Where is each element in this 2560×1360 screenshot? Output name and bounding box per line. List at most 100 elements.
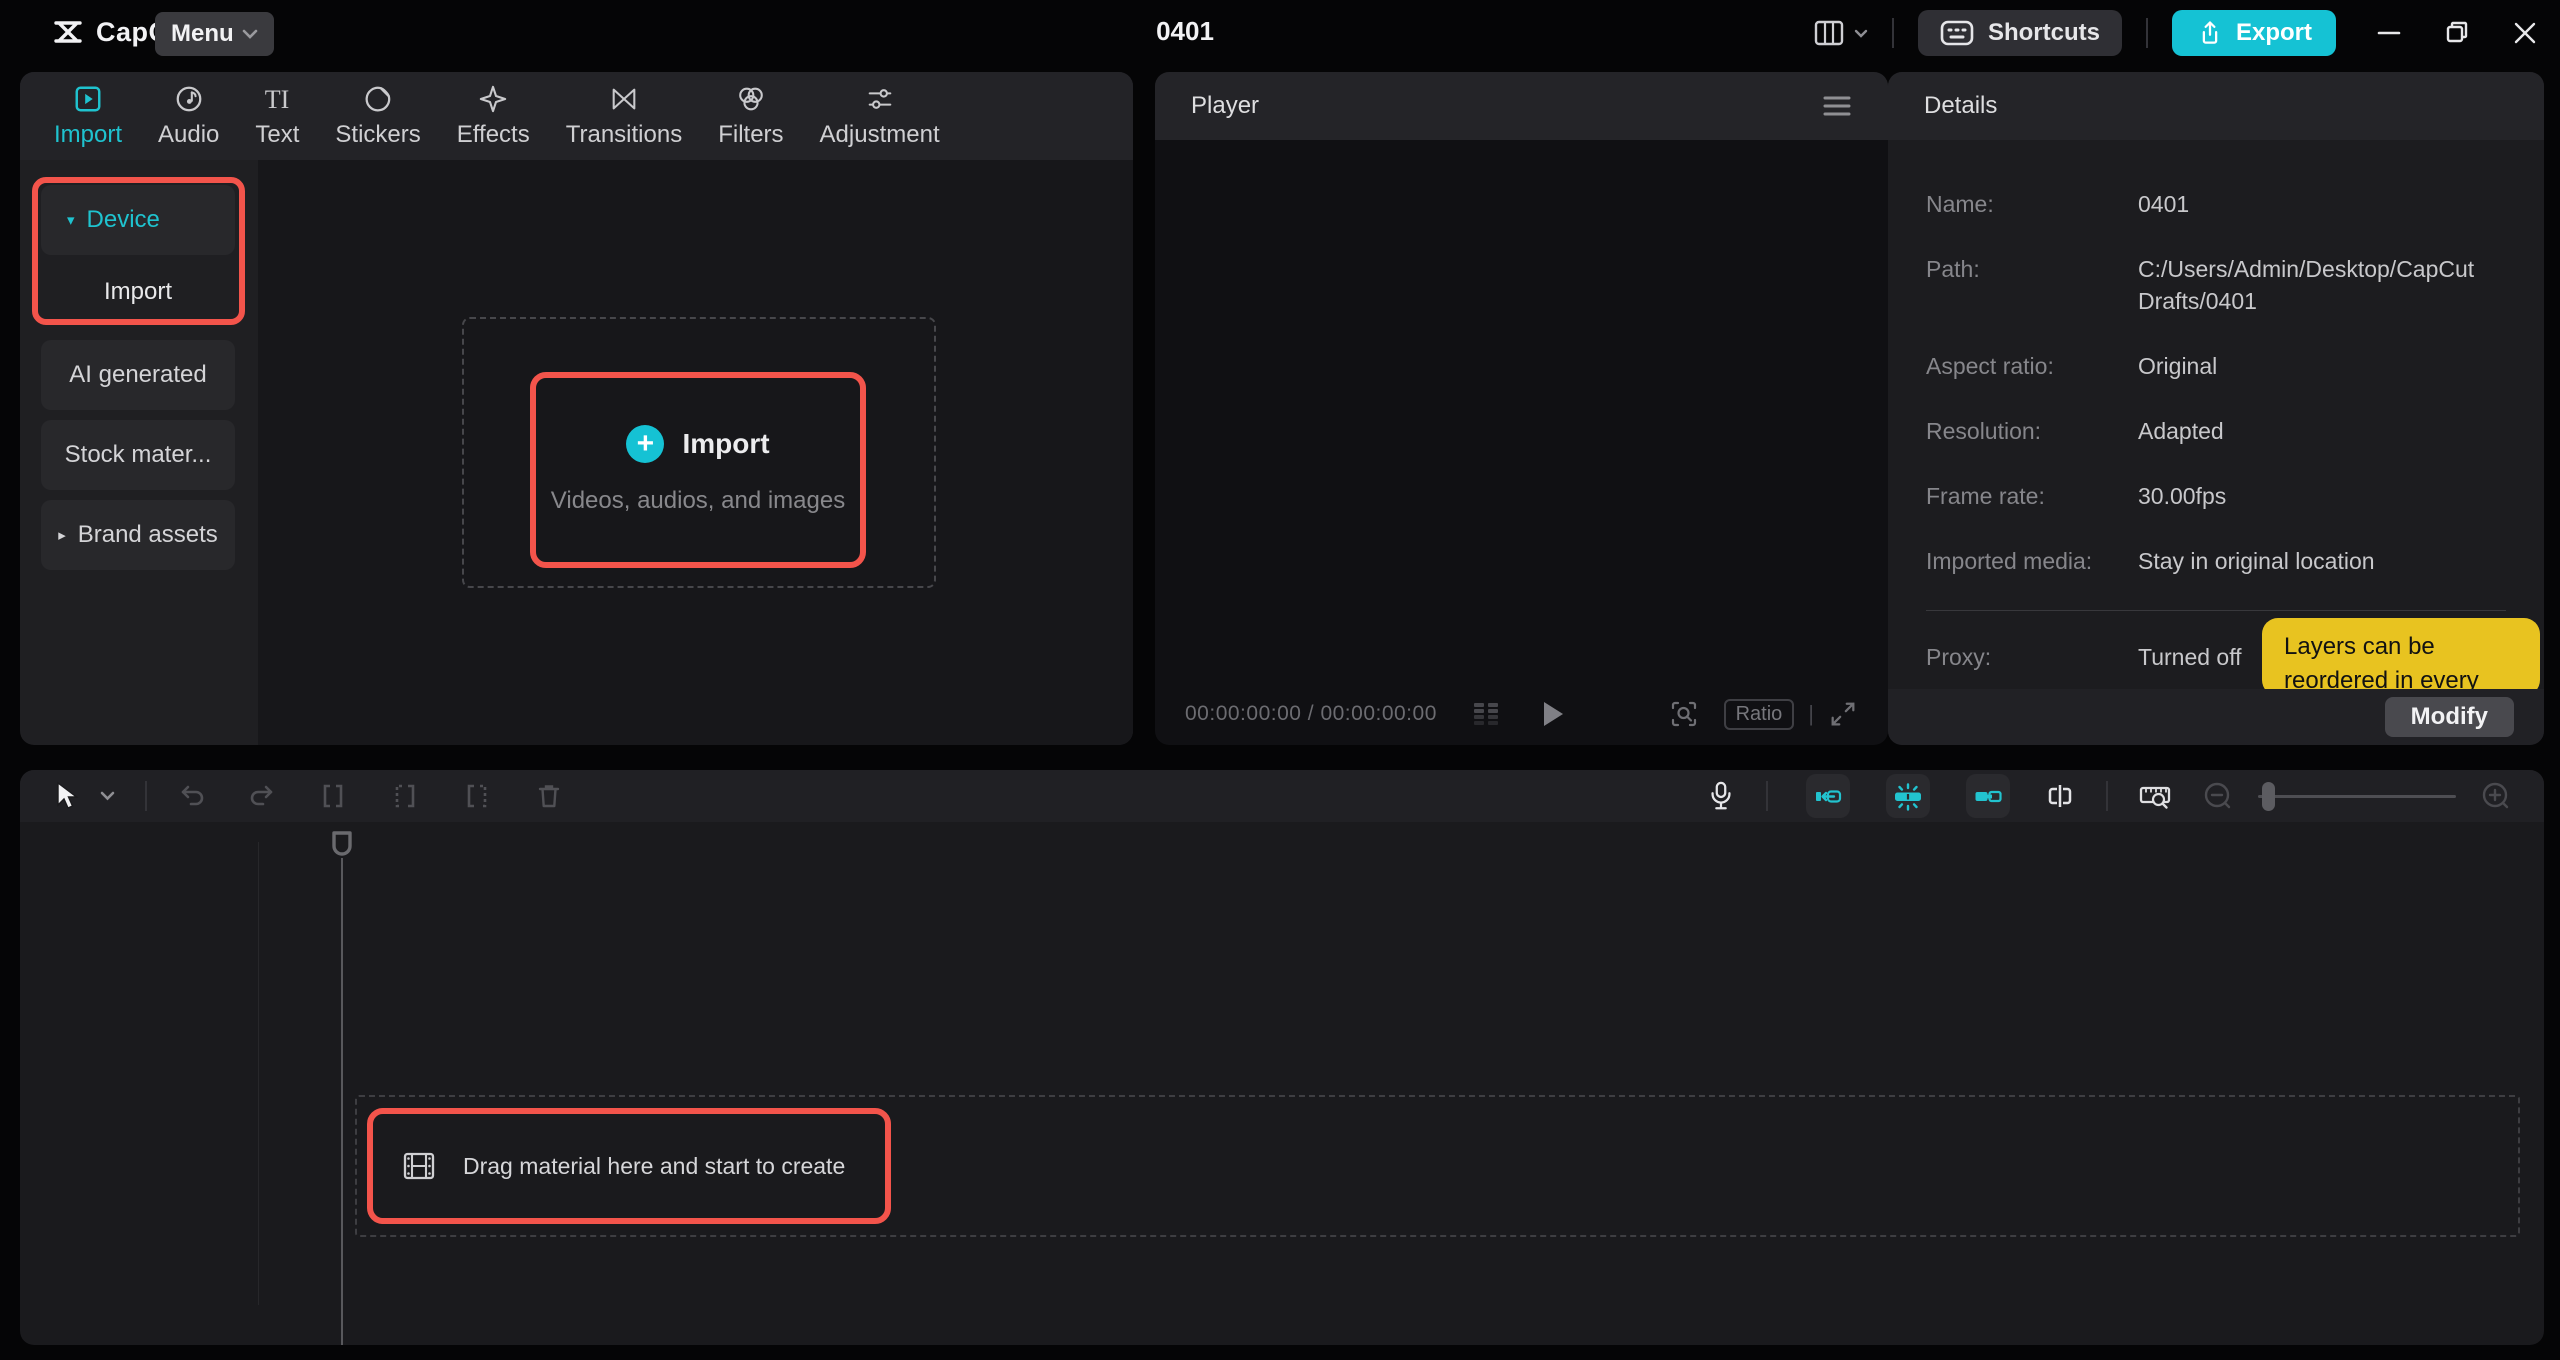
- delete-right-button[interactable]: [461, 780, 493, 812]
- cursor-mode-chevron-icon[interactable]: [100, 791, 115, 801]
- divider: [145, 781, 147, 811]
- export-button[interactable]: Export: [2171, 10, 2336, 56]
- stickers-tab-icon: [363, 84, 393, 114]
- media-tab-bar: Import Audio TI Text Stickers Effects Tr…: [20, 72, 1133, 160]
- player-panel: Player 00:00:00:00 / 00:00:00:00 Ratio |: [1155, 72, 1888, 745]
- project-title: 0401: [1156, 16, 1214, 46]
- ratio-button[interactable]: Ratio: [1723, 698, 1795, 730]
- film-icon: [401, 1149, 437, 1183]
- sidebar-item-stock-material[interactable]: Stock mater...: [41, 420, 235, 490]
- tab-import[interactable]: Import: [36, 84, 140, 149]
- details-footer: Modify: [1888, 689, 2544, 745]
- divider: |: [1808, 701, 1814, 726]
- tab-filters[interactable]: Filters: [700, 84, 801, 149]
- adjustment-tab-icon: [865, 84, 895, 114]
- timeline-toolbar: [20, 770, 2544, 822]
- effects-tab-icon: [478, 84, 508, 114]
- menu-button[interactable]: Menu: [155, 12, 274, 56]
- menu-label: Menu: [171, 20, 234, 47]
- zoom-in-button[interactable]: [2480, 780, 2512, 812]
- details-panel-title: Details: [1924, 92, 1998, 119]
- detail-row-name: Name: 0401: [1926, 191, 2190, 217]
- import-action[interactable]: + Import: [626, 425, 770, 463]
- split-button[interactable]: [317, 780, 349, 812]
- link-clips-toggle[interactable]: [1966, 774, 2010, 818]
- divider: [2106, 781, 2108, 811]
- audio-tab-icon: [174, 84, 204, 114]
- auto-snap-toggle[interactable]: [1806, 774, 1850, 818]
- timecode: 00:00:00:00 / 00:00:00:00: [1185, 702, 1437, 725]
- ripple-edit-icon[interactable]: [2044, 780, 2076, 812]
- zoom-out-button[interactable]: [2202, 780, 2234, 812]
- preview-quality-icon[interactable]: [1668, 698, 1700, 730]
- shortcuts-button[interactable]: Shortcuts: [1917, 10, 2122, 56]
- capcut-logo-icon: [52, 16, 84, 48]
- export-label: Export: [2235, 19, 2312, 46]
- import-title: Import: [682, 428, 770, 459]
- restore-button[interactable]: [2444, 20, 2470, 46]
- divider: [1926, 610, 2506, 611]
- filters-tab-icon: [736, 84, 766, 114]
- media-panel: Import Audio TI Text Stickers Effects Tr…: [20, 72, 1133, 745]
- detail-row-frame-rate: Frame rate: 30.00fps: [1926, 483, 2227, 509]
- detail-row-path: Path: C:/Users/Admin/Desktop/CapCut Draf…: [1926, 256, 2475, 314]
- media-browser-area: + Import Videos, audios, and images: [258, 160, 1133, 745]
- play-button[interactable]: [1541, 700, 1565, 728]
- detail-row-imported-media: Imported media: Stay in original locatio…: [1926, 548, 2375, 574]
- sidebar-item-ai-generated[interactable]: AI generated: [41, 340, 235, 410]
- timeline-tracks-area: Drag material here and start to create: [20, 822, 2544, 1345]
- timeline-panel: Drag material here and start to create: [20, 770, 2544, 1345]
- select-cursor-button[interactable]: [52, 781, 80, 811]
- export-icon: [2196, 19, 2224, 47]
- tab-audio[interactable]: Audio: [140, 84, 237, 149]
- text-tab-icon: TI: [260, 84, 294, 114]
- tab-transitions[interactable]: Transitions: [548, 84, 700, 149]
- playhead-line[interactable]: [341, 858, 343, 1345]
- minimize-button[interactable]: [2376, 20, 2402, 46]
- player-controls: 00:00:00:00 / 00:00:00:00 Ratio |: [1155, 683, 1888, 745]
- undo-button[interactable]: [177, 780, 209, 812]
- sidebar-item-brand-assets[interactable]: ▸ Brand assets: [41, 500, 235, 570]
- main-track-magnet-toggle[interactable]: [1886, 774, 1930, 818]
- timeline-zoom-slider[interactable]: [2258, 781, 2456, 811]
- close-button[interactable]: [2512, 20, 2538, 46]
- fullscreen-icon[interactable]: [1828, 699, 1858, 729]
- delete-left-button[interactable]: [389, 780, 421, 812]
- transitions-tab-icon: [609, 84, 639, 114]
- delete-button[interactable]: [533, 780, 565, 812]
- details-panel: Details Name: 0401 Path: C:/Users/Admin/…: [1888, 72, 2544, 745]
- dropzone-text: Drag material here and start to create: [463, 1152, 846, 1179]
- frame-grid-icon[interactable]: [1471, 701, 1501, 727]
- chevron-down-icon: [242, 29, 258, 39]
- layout-switcher-button[interactable]: [1813, 18, 1868, 48]
- playhead-marker[interactable]: [330, 830, 354, 862]
- shortcuts-label: Shortcuts: [1987, 19, 2100, 46]
- slider-track[interactable]: [2258, 795, 2456, 798]
- record-voiceover-button[interactable]: [1706, 779, 1736, 813]
- highlight-box-import: + Import Videos, audios, and images: [530, 372, 866, 568]
- tab-effects[interactable]: Effects: [439, 84, 548, 149]
- import-tab-icon: [73, 84, 103, 114]
- modify-button[interactable]: Modify: [2384, 697, 2514, 737]
- tab-adjustment[interactable]: Adjustment: [802, 84, 958, 149]
- highlight-box-dropzone: Drag material here and start to create: [367, 1108, 891, 1224]
- layout-icon: [1813, 18, 1845, 48]
- chevron-down-icon: [1854, 29, 1868, 38]
- divider: [2145, 18, 2148, 48]
- divider: [1891, 18, 1894, 48]
- tooltip-layers: Layers can be reordered in every: [2262, 618, 2540, 696]
- highlight-box-device: [32, 177, 245, 325]
- detail-row-aspect-ratio: Aspect ratio: Original: [1926, 353, 2218, 379]
- title-bar: CapCut Menu 0401 Shortcuts Export: [0, 0, 2560, 66]
- divider: [1766, 781, 1768, 811]
- redo-button[interactable]: [245, 780, 277, 812]
- tab-stickers[interactable]: Stickers: [317, 84, 438, 149]
- player-panel-title: Player: [1191, 92, 1260, 119]
- tab-text[interactable]: TI Text: [237, 84, 317, 149]
- svg-text:TI: TI: [265, 85, 290, 114]
- keyboard-icon: [1940, 19, 1974, 47]
- slider-handle[interactable]: [2262, 782, 2275, 811]
- track-header-divider: [258, 842, 259, 1305]
- player-menu-icon[interactable]: [1822, 95, 1852, 117]
- timeline-scale-icon[interactable]: [2138, 780, 2172, 812]
